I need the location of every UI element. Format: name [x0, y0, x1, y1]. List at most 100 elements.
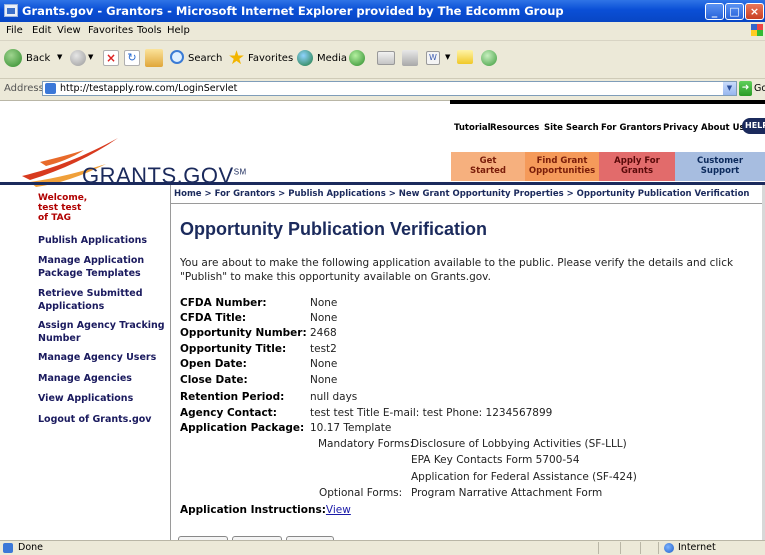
- window-title: Grants.gov - Grantors - Microsoft Intern…: [22, 4, 564, 18]
- menu-view[interactable]: View: [57, 25, 81, 36]
- application-instructions: Application Instructions:View: [180, 504, 351, 516]
- messenger-button[interactable]: [481, 50, 497, 66]
- window-title-bar[interactable]: Grants.gov - Grantors - Microsoft Intern…: [0, 0, 765, 22]
- field-label: Retention Period:: [180, 391, 285, 403]
- media-label: Media: [317, 53, 348, 64]
- security-zone: Internet: [678, 542, 716, 553]
- breadcrumb-divider: [171, 203, 765, 204]
- windows-logo-icon: [751, 24, 763, 36]
- browser-toolbar: Back ▼ ▼ × ↻ Search ★ Favorites Media W …: [0, 41, 765, 79]
- address-dropdown-icon[interactable]: ▼: [723, 82, 736, 95]
- menu-bar: File Edit View Favorites Tools Help: [0, 22, 765, 41]
- mandatory-form-item: EPA Key Contacts Form 5700-54: [411, 454, 580, 466]
- sidebar-item-assign-tracking[interactable]: Assign Agency Tracking Number: [38, 319, 168, 345]
- field-label: CFDA Number:: [180, 297, 267, 309]
- view-instructions-link[interactable]: View: [326, 504, 351, 516]
- nav-for-grantors[interactable]: For Grantors: [601, 123, 662, 133]
- history-button[interactable]: [349, 50, 365, 66]
- discuss-button[interactable]: [457, 50, 473, 64]
- nav-resources[interactable]: Resources: [490, 123, 539, 133]
- status-divider: [640, 542, 641, 554]
- nav-site-search[interactable]: Site Search: [544, 123, 599, 133]
- field-value: 10.17 Template: [310, 422, 392, 434]
- back-dropdown-icon[interactable]: ▼: [57, 53, 62, 61]
- page-title: Opportunity Publication Verification: [180, 219, 488, 239]
- sidebar-item-manage-users[interactable]: Manage Agency Users: [38, 351, 168, 364]
- sidebar-item-logout[interactable]: Logout of Grants.gov: [38, 413, 168, 426]
- mail-button[interactable]: [377, 51, 395, 65]
- back-arrow-icon: [4, 49, 22, 67]
- maximize-button[interactable]: □: [725, 3, 744, 20]
- menu-help[interactable]: Help: [167, 25, 190, 36]
- status-divider: [658, 542, 659, 554]
- refresh-button[interactable]: ↻: [124, 50, 140, 66]
- print-button[interactable]: [402, 50, 418, 66]
- address-input[interactable]: http://testapply.row.com/LoginServlet ▼: [42, 81, 737, 96]
- field-label: Open Date:: [180, 358, 247, 370]
- go-arrow-icon[interactable]: ➜: [739, 81, 752, 96]
- address-bar: Address http://testapply.row.com/LoginSe…: [0, 79, 765, 101]
- stop-button[interactable]: ×: [103, 50, 119, 66]
- address-url[interactable]: http://testapply.row.com/LoginServlet: [60, 83, 237, 94]
- star-icon: ★: [228, 47, 246, 69]
- nav-help[interactable]: HELP: [742, 118, 765, 134]
- welcome-text: Welcome,: [38, 193, 88, 203]
- nav-privacy[interactable]: Privacy: [663, 123, 698, 133]
- breadcrumb[interactable]: Home > For Grantors > Publish Applicatio…: [174, 189, 749, 199]
- close-button[interactable]: ×: [745, 3, 764, 20]
- field-label: Opportunity Number:: [180, 327, 307, 339]
- mandatory-form-item: Disclosure of Lobbying Activities (SF-LL…: [411, 438, 627, 450]
- address-label: Address: [4, 83, 44, 94]
- back-label: Back: [26, 53, 51, 64]
- field-value: None: [310, 297, 338, 309]
- field-value: None: [310, 374, 338, 386]
- nav-about-us[interactable]: About Us: [701, 123, 745, 133]
- sidebar: Welcome, test test of TAG Publish Applic…: [0, 185, 171, 540]
- field-value: 2468: [310, 327, 337, 339]
- field-label: Close Date:: [180, 374, 248, 386]
- field-value: None: [310, 358, 338, 370]
- menu-file[interactable]: File: [6, 25, 23, 36]
- edit-dropdown-icon[interactable]: ▼: [445, 53, 450, 61]
- optional-form-item: Program Narrative Attachment Form: [411, 487, 603, 499]
- tab-customer-support[interactable]: Customer Support: [675, 152, 765, 181]
- go-button[interactable]: Go: [754, 83, 765, 94]
- home-button[interactable]: [145, 49, 163, 67]
- forward-button[interactable]: [70, 50, 86, 66]
- field-label: Application Package:: [180, 422, 305, 434]
- tab-get-started[interactable]: Get Started: [451, 152, 525, 181]
- done-page-icon: [3, 543, 13, 553]
- intro-text: You are about to make the following appl…: [180, 257, 734, 283]
- search-icon: [170, 50, 184, 64]
- field-value: null days: [310, 391, 358, 403]
- sidebar-item-manage-agencies[interactable]: Manage Agencies: [38, 372, 168, 385]
- edit-button[interactable]: W: [426, 51, 440, 65]
- status-divider: [598, 542, 599, 554]
- sidebar-item-retrieve-submitted[interactable]: Retrieve Submitted Applications: [38, 287, 168, 313]
- field-value: test test Title E-mail: test Phone: 1234…: [310, 407, 553, 419]
- sidebar-item-view-applications[interactable]: View Applications: [38, 392, 168, 405]
- tab-find-grant-opportunities[interactable]: Find Grant Opportunities: [525, 152, 599, 181]
- favorites-label: Favorites: [248, 53, 294, 64]
- forward-dropdown-icon[interactable]: ▼: [88, 53, 93, 61]
- status-bar: Done Internet: [0, 540, 765, 555]
- internet-globe-icon: [664, 543, 674, 553]
- tab-apply-for-grants[interactable]: Apply For Grants: [599, 152, 675, 181]
- mandatory-form-item: Application for Federal Assistance (SF-4…: [411, 471, 637, 483]
- menu-tools[interactable]: Tools: [137, 25, 162, 36]
- field-label: CFDA Title:: [180, 312, 247, 324]
- page-icon: [45, 83, 56, 94]
- sidebar-item-publish-applications[interactable]: Publish Applications: [38, 234, 168, 247]
- welcome-agency: of TAG: [38, 213, 72, 223]
- sidebar-item-manage-templates[interactable]: Manage Application Package Templates: [38, 254, 168, 280]
- nav-tutorial[interactable]: Tutorial: [454, 123, 491, 133]
- menu-favorites[interactable]: Favorites: [88, 25, 133, 36]
- minimize-button[interactable]: _: [705, 3, 724, 20]
- welcome-user: test test: [38, 203, 82, 213]
- media-icon: [297, 50, 313, 66]
- field-value: None: [310, 312, 338, 324]
- optional-forms-label: Optional Forms:: [319, 487, 403, 499]
- field-value: test2: [310, 343, 337, 355]
- menu-edit[interactable]: Edit: [32, 25, 51, 36]
- mandatory-forms-label: Mandatory Forms:: [318, 438, 414, 450]
